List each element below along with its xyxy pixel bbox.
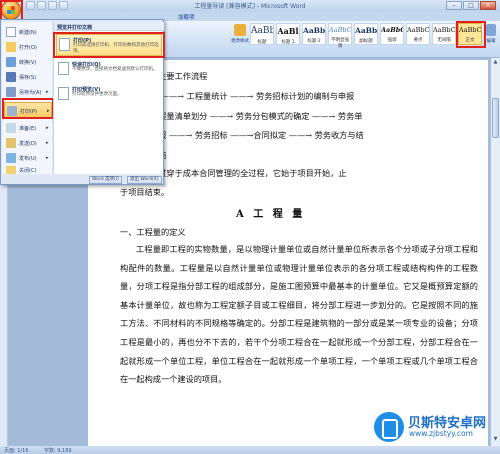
style-strong[interactable]: AaBbCcDd要点 — [406, 23, 430, 45]
style-heading-2[interactable]: AaBb 标题 2 — [302, 23, 326, 45]
minimize-button[interactable]: – — [446, 1, 462, 10]
close-button[interactable]: × — [480, 1, 496, 10]
print-preview-icon — [58, 87, 69, 100]
highlight-frame-print-option — [53, 32, 165, 58]
submenu-header: 预览并打印文档 — [54, 22, 164, 31]
body-paragraph: 工程量即工程的实物数量，是以物理计量单位或自然计量单位所表示各个分项或子分项工程… — [120, 244, 478, 385]
doc-line: 程贯穿于成本合同管理的全过程，它始于项目开始，止 — [150, 168, 347, 178]
doc-line: 工程量清单划分 ——→ 劳务分包模式的确定 ——→ 劳务单 — [150, 111, 363, 121]
quick-print-icon — [58, 62, 69, 75]
chevron-right-icon: ▸ — [46, 140, 49, 146]
doc-line: 程 ——→ 工程量统计 ——→ 劳务招标计划的编制与申报 — [150, 91, 355, 101]
subsection-title: 一、工程量的定义 — [120, 227, 186, 237]
window-title: 工程量导读 [兼容模式] - Microsoft Word — [194, 3, 306, 10]
close-folder-icon — [6, 166, 16, 174]
style-no-spacing[interactable]: AaBbCcDd无间隔 — [432, 23, 456, 45]
office-menu: 新建(N) 打开(O) 转换(V) 保存(S) 另存为(A) ▸ 打印(P) ▸ 准… — [0, 19, 165, 185]
style-subtitle[interactable]: AaBbC副标题 — [354, 23, 378, 45]
section-heading: A 工 程 量 — [236, 209, 306, 220]
submenu-print-preview[interactable]: 打印预览(V) 打印前预览并更改页面。 — [56, 84, 162, 106]
doc-line: 于项目结束。 — [120, 187, 170, 197]
watermark-logo-icon — [374, 412, 404, 442]
scroll-thumb[interactable] — [492, 98, 499, 138]
page-count[interactable]: 页面: 1/16 — [4, 447, 29, 454]
title-bar: 工程量导读 [兼容模式] - Microsoft Word – □ × — [0, 0, 500, 12]
send-icon — [6, 138, 16, 148]
vertical-scrollbar[interactable]: ▲ ▼ — [490, 58, 500, 446]
chevron-right-icon: ▸ — [46, 89, 49, 95]
edit-button[interactable]: 编辑 — [484, 24, 498, 54]
publish-icon — [6, 153, 16, 163]
scroll-up-icon[interactable]: ▲ — [492, 59, 499, 66]
word-count[interactable]: 字数: 9,189 — [44, 447, 72, 454]
tab-addins[interactable]: 加载项 — [178, 13, 195, 21]
style-subtle-emphasis[interactable]: AaBbCcDd不明显强调 — [328, 23, 352, 49]
prepare-icon — [6, 123, 16, 133]
highlight-frame-print-menu — [2, 98, 54, 119]
change-styles-button[interactable]: 更改样式 — [230, 24, 250, 54]
menu-item-close[interactable]: 关闭(C) — [4, 165, 52, 176]
status-bar: 页面: 1/16 字数: 9,189 — [0, 446, 500, 454]
chevron-right-icon: ▸ — [46, 155, 49, 161]
style-title[interactable]: AaBbCcDd标题 — [250, 23, 274, 45]
open-folder-icon — [6, 42, 16, 52]
convert-icon — [6, 57, 16, 67]
highlight-frame-style — [456, 21, 486, 48]
watermark: 贝斯特安卓网 www.zjbstyy.com — [372, 408, 498, 446]
chevron-right-icon: ▸ — [46, 125, 49, 131]
highlight-frame-office — [0, 0, 23, 21]
maximize-button[interactable]: □ — [463, 1, 479, 10]
find-icon — [486, 24, 496, 36]
save-disk-icon — [6, 72, 16, 82]
save-as-icon — [6, 87, 16, 97]
watermark-url: www.zjbstyy.com — [409, 429, 473, 438]
style-heading-1[interactable]: AaBl 标题 1 — [276, 23, 300, 45]
submenu-quick-print[interactable]: 快速打印(Q) 不做更改，直接将文档发送到默认打印机。 — [56, 59, 162, 81]
new-document-icon — [6, 27, 16, 37]
style-emphasis[interactable]: AaBbCcD强调 — [380, 23, 404, 45]
word-options-button[interactable]: Word 选项(I) — [89, 176, 122, 184]
exit-word-button[interactable]: 退出 Word(X) — [127, 176, 162, 184]
change-styles-icon — [234, 24, 246, 36]
doc-line: 申报 ——→ 劳务招标 ——→合同拟定 ——→ 劳务收方与结 — [150, 130, 364, 140]
